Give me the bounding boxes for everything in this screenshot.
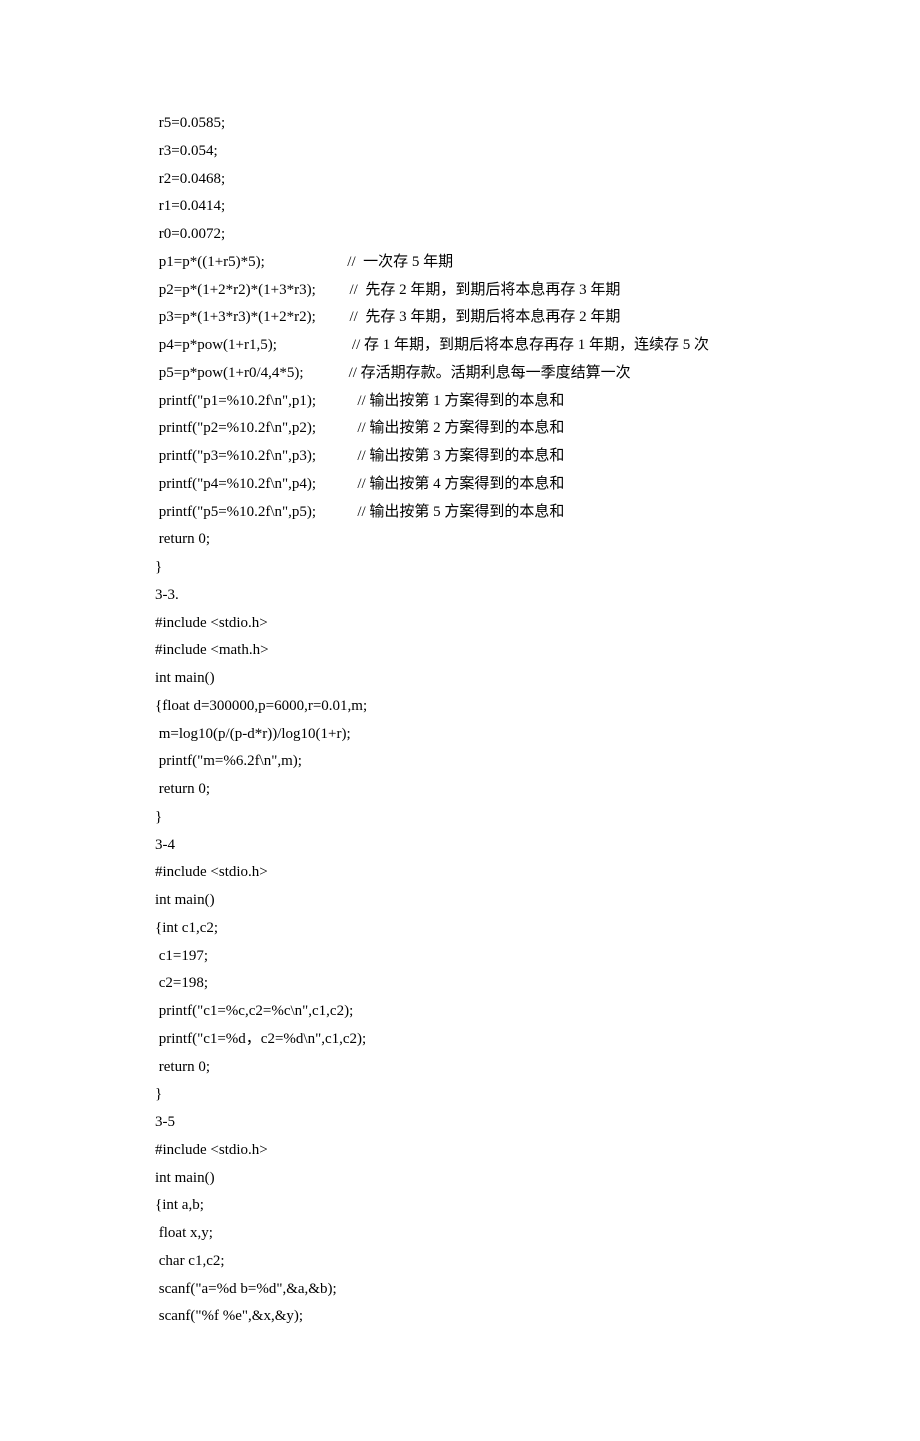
code-line: #include <stdio.h> [155, 1137, 920, 1165]
code-line: p4=p*pow(1+r1,5); // 存 1 年期，到期后将本息存再存 1 … [155, 332, 920, 360]
code-line: scanf("%f %e",&x,&y); [155, 1303, 920, 1331]
code-line: return 0; [155, 776, 920, 804]
code-line: float x,y; [155, 1220, 920, 1248]
code-line: printf("p5=%10.2f\n",p5); // 输出按第 5 方案得到… [155, 499, 920, 527]
code-line: #include <stdio.h> [155, 610, 920, 638]
code-line: return 0; [155, 1054, 920, 1082]
code-line: m=log10(p/(p-d*r))/log10(1+r); [155, 721, 920, 749]
code-line: p1=p*((1+r5)*5); // 一次存 5 年期 [155, 249, 920, 277]
code-line: 3-4 [155, 832, 920, 860]
code-line: printf("c1=%c,c2=%c\n",c1,c2); [155, 998, 920, 1026]
code-line: #include <stdio.h> [155, 859, 920, 887]
code-line: c1=197; [155, 943, 920, 971]
code-line: r2=0.0468; [155, 166, 920, 194]
code-line: r0=0.0072; [155, 221, 920, 249]
code-line: {float d=300000,p=6000,r=0.01,m; [155, 693, 920, 721]
code-line: } [155, 1081, 920, 1109]
code-line: p3=p*(1+3*r3)*(1+2*r2); // 先存 3 年期，到期后将本… [155, 304, 920, 332]
code-line: r3=0.054; [155, 138, 920, 166]
code-line: printf("m=%6.2f\n",m); [155, 748, 920, 776]
code-line: int main() [155, 1165, 920, 1193]
code-line: r1=0.0414; [155, 193, 920, 221]
code-line: printf("p3=%10.2f\n",p3); // 输出按第 3 方案得到… [155, 443, 920, 471]
code-line: {int c1,c2; [155, 915, 920, 943]
code-line: printf("p2=%10.2f\n",p2); // 输出按第 2 方案得到… [155, 415, 920, 443]
code-line: printf("p1=%10.2f\n",p1); // 输出按第 1 方案得到… [155, 388, 920, 416]
code-line: char c1,c2; [155, 1248, 920, 1276]
code-line: {int a,b; [155, 1192, 920, 1220]
code-line: printf("c1=%d，c2=%d\n",c1,c2); [155, 1026, 920, 1054]
code-line: int main() [155, 887, 920, 915]
code-line: #include <math.h> [155, 637, 920, 665]
code-line: } [155, 804, 920, 832]
code-line: 3-5 [155, 1109, 920, 1137]
code-line: p5=p*pow(1+r0/4,4*5); // 存活期存款。活期利息每一季度结… [155, 360, 920, 388]
code-line: return 0; [155, 526, 920, 554]
code-line: c2=198; [155, 970, 920, 998]
code-line: int main() [155, 665, 920, 693]
code-line: p2=p*(1+2*r2)*(1+3*r3); // 先存 2 年期，到期后将本… [155, 277, 920, 305]
code-line: } [155, 554, 920, 582]
document-page: r5=0.0585; r3=0.054; r2=0.0468; r1=0.041… [0, 0, 920, 1441]
code-line: r5=0.0585; [155, 110, 920, 138]
code-line: printf("p4=%10.2f\n",p4); // 输出按第 4 方案得到… [155, 471, 920, 499]
code-line: scanf("a=%d b=%d",&a,&b); [155, 1276, 920, 1304]
code-line: 3-3. [155, 582, 920, 610]
